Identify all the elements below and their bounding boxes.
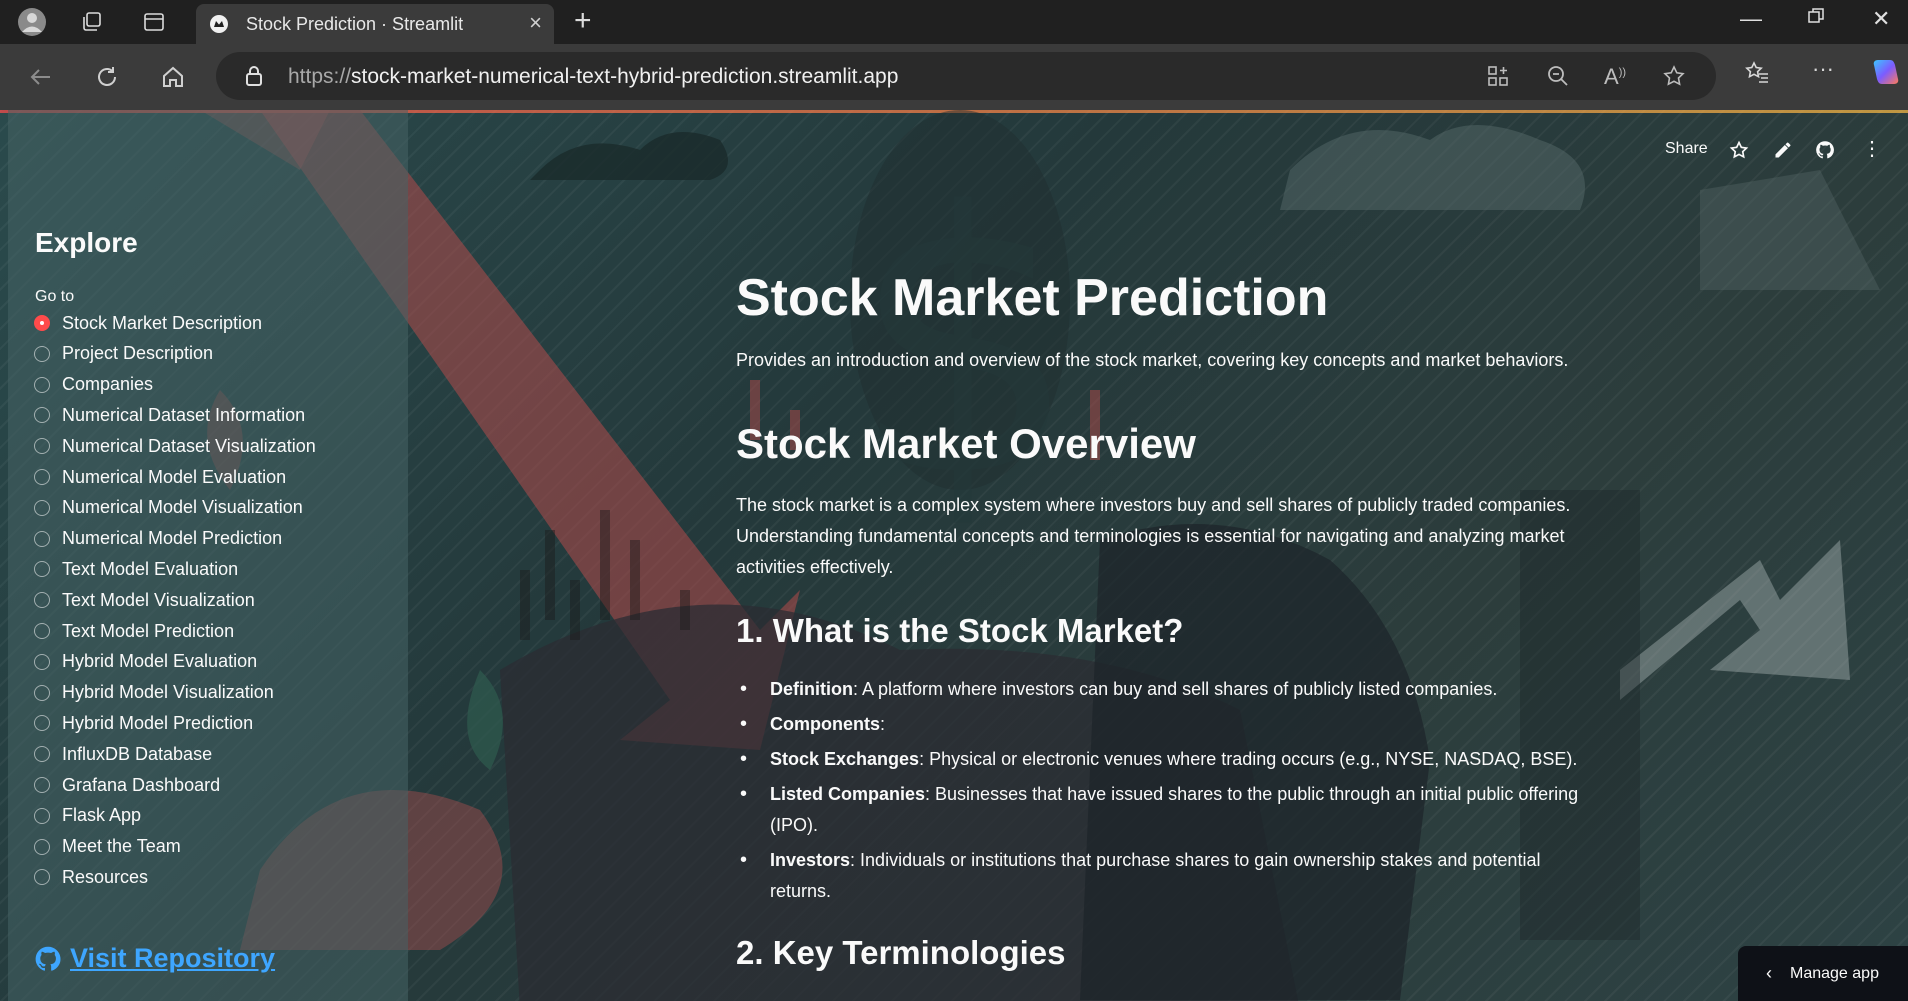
github-icon bbox=[35, 946, 61, 971]
nav-radio-flask-app[interactable]: Flask App bbox=[34, 801, 394, 831]
streamlit-favicon-icon bbox=[210, 15, 228, 33]
nav-radio-hybrid-model-evaluation[interactable]: Hybrid Model Evaluation bbox=[34, 647, 394, 677]
list-item: Components: bbox=[736, 709, 1596, 740]
app-available-icon[interactable] bbox=[1486, 64, 1510, 93]
nav-radio-stock-market-description[interactable]: Stock Market Description bbox=[34, 308, 394, 338]
tab-title: Stock Prediction · Streamlit bbox=[246, 14, 464, 34]
lock-icon[interactable] bbox=[244, 65, 264, 92]
nav-radio-hybrid-model-visualization[interactable]: Hybrid Model Visualization bbox=[34, 678, 394, 708]
radio-unselected-icon bbox=[34, 746, 50, 763]
new-tab-icon[interactable]: + bbox=[574, 4, 592, 38]
section-1-bullet-list: Definition: A platform where investors c… bbox=[736, 674, 1596, 911]
goto-label: Go to bbox=[35, 288, 75, 305]
back-icon[interactable] bbox=[24, 60, 58, 94]
list-item: Listed Companies: Businesses that have i… bbox=[736, 779, 1596, 841]
nav-radio-companies[interactable]: Companies bbox=[34, 370, 394, 400]
browser-tab-bar: Stock Prediction · Streamlit × + — ✕ bbox=[0, 0, 1908, 44]
radio-unselected-icon bbox=[34, 345, 50, 362]
radio-unselected-icon bbox=[34, 407, 50, 424]
url-text[interactable]: https://stock-market-numerical-text-hybr… bbox=[288, 65, 898, 89]
radio-selected-icon bbox=[34, 315, 50, 331]
close-tab-icon[interactable]: × bbox=[529, 10, 542, 36]
browser-tab-active[interactable]: Stock Prediction · Streamlit × bbox=[196, 4, 554, 44]
refresh-icon[interactable] bbox=[90, 60, 124, 94]
list-item: Stock Exchanges: Physical or electronic … bbox=[736, 744, 1596, 775]
radio-unselected-icon bbox=[34, 653, 50, 670]
radio-unselected-icon bbox=[34, 499, 50, 516]
overview-heading: Stock Market Overview bbox=[736, 420, 1196, 467]
nav-radio-text-model-visualization[interactable]: Text Model Visualization bbox=[34, 585, 394, 615]
radio-unselected-icon bbox=[34, 715, 50, 732]
radio-unselected-icon bbox=[34, 807, 50, 824]
nav-radio-hybrid-model-prediction[interactable]: Hybrid Model Prediction bbox=[34, 708, 394, 738]
manage-app-label: Manage app bbox=[1790, 964, 1879, 982]
sidebar: Explore Go to Stock Market Description P… bbox=[8, 110, 408, 1001]
page-title: Stock Market Prediction bbox=[736, 269, 1329, 327]
chevron-left-icon: ‹ bbox=[1766, 963, 1772, 983]
radio-unselected-icon bbox=[34, 561, 50, 578]
close-window-icon[interactable]: ✕ bbox=[1872, 6, 1890, 32]
favorites-list-icon[interactable] bbox=[1744, 60, 1770, 91]
app-menu-icon[interactable]: ⋮ bbox=[1862, 136, 1882, 161]
more-options-icon[interactable]: ··· bbox=[1812, 56, 1834, 82]
visit-repository-link[interactable]: Visit Repository bbox=[34, 943, 275, 974]
address-bar[interactable]: https://stock-market-numerical-text-hybr… bbox=[216, 52, 1716, 100]
share-button[interactable]: Share bbox=[1665, 140, 1708, 158]
nav-radio-text-model-prediction[interactable]: Text Model Prediction bbox=[34, 616, 394, 646]
nav-radio-numerical-model-visualization[interactable]: Numerical Model Visualization bbox=[34, 493, 394, 523]
nav-radio-numerical-model-prediction[interactable]: Numerical Model Prediction bbox=[34, 524, 394, 554]
sidebar-title: Explore bbox=[35, 227, 138, 258]
nav-radio-text-model-evaluation[interactable]: Text Model Evaluation bbox=[34, 554, 394, 584]
section-1-heading: 1. What is the Stock Market? bbox=[736, 612, 1184, 649]
nav-radio-numerical-dataset-visualization[interactable]: Numerical Dataset Visualization bbox=[34, 431, 394, 461]
star-icon[interactable] bbox=[1729, 140, 1749, 165]
nav-radio-grafana-dashboard[interactable]: Grafana Dashboard bbox=[34, 770, 394, 800]
nav-radio-project-description[interactable]: Project Description bbox=[34, 339, 394, 369]
radio-unselected-icon bbox=[34, 869, 50, 886]
list-item: Definition: A platform where investors c… bbox=[736, 674, 1596, 705]
radio-unselected-icon bbox=[34, 469, 50, 485]
home-icon[interactable] bbox=[156, 60, 190, 94]
app-container: $ Share ⋮ Explore Go to Stock Market Des… bbox=[0, 110, 1908, 1001]
nav-radio-influxdb-database[interactable]: InfluxDB Database bbox=[34, 739, 394, 769]
github-icon[interactable] bbox=[1815, 140, 1835, 165]
favorite-star-icon[interactable] bbox=[1662, 64, 1686, 93]
radio-unselected-icon bbox=[34, 623, 50, 639]
browser-toolbar: https://stock-market-numerical-text-hybr… bbox=[0, 44, 1908, 110]
zoom-icon[interactable] bbox=[1546, 64, 1570, 93]
page-intro: Provides an introduction and overview of… bbox=[736, 350, 1569, 370]
radio-unselected-icon bbox=[34, 438, 50, 455]
list-item: Investors: Individuals or institutions t… bbox=[736, 845, 1596, 907]
edit-pencil-icon[interactable] bbox=[1773, 140, 1793, 165]
restore-icon[interactable] bbox=[1806, 6, 1826, 32]
radio-unselected-icon bbox=[34, 376, 50, 393]
minimize-icon[interactable]: — bbox=[1740, 6, 1762, 32]
nav-radio-resources[interactable]: Resources bbox=[34, 862, 394, 892]
workspaces-icon[interactable] bbox=[76, 6, 108, 38]
radio-unselected-icon bbox=[34, 684, 50, 701]
overview-paragraph: The stock market is a complex system whe… bbox=[736, 495, 1571, 577]
manage-app-button[interactable]: ‹ Manage app bbox=[1738, 946, 1908, 1001]
read-aloud-icon[interactable]: A)) bbox=[1604, 64, 1626, 90]
radio-unselected-icon bbox=[34, 530, 50, 547]
copilot-icon[interactable] bbox=[1870, 56, 1902, 93]
tab-actions-icon[interactable] bbox=[138, 6, 170, 38]
nav-radio-numerical-dataset-information[interactable]: Numerical Dataset Information bbox=[34, 400, 394, 430]
visit-repository-label: Visit Repository bbox=[70, 943, 276, 973]
nav-radio-meet-the-team[interactable]: Meet the Team bbox=[34, 832, 394, 862]
radio-unselected-icon bbox=[34, 838, 50, 855]
section-2-heading: 2. Key Terminologies bbox=[736, 934, 1066, 971]
radio-unselected-icon bbox=[34, 592, 50, 609]
nav-radio-numerical-model-evaluation[interactable]: Numerical Model Evaluation bbox=[34, 462, 394, 492]
radio-unselected-icon bbox=[34, 777, 50, 793]
profile-avatar-icon[interactable] bbox=[16, 6, 48, 38]
